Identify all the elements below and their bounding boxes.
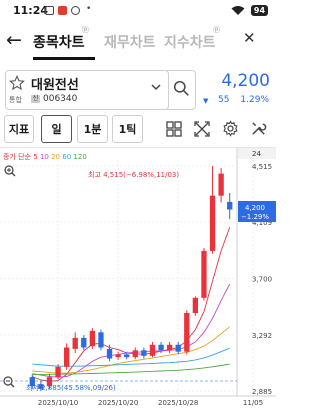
more-notifications-icon: •: [86, 4, 92, 14]
stock-selector[interactable]: [5, 70, 169, 110]
battery-icon: 94: [251, 5, 268, 16]
stock-code: 006340: [43, 94, 78, 104]
candle-body: [81, 337, 87, 348]
message-icon: [45, 6, 54, 15]
candle-body: [55, 366, 61, 378]
min-price-annotation: 최저 2,885(45.58%,09/26): [26, 383, 116, 392]
status-bar: 11:24 • 94: [0, 0, 276, 22]
stock-name: 대원전선: [31, 78, 79, 93]
ma5-line: [32, 227, 231, 382]
period-1min-button[interactable]: 1분: [77, 115, 108, 143]
candle-body: [89, 330, 96, 347]
candle-body: [175, 344, 181, 352]
x-tick-label: 2025/10/10: [38, 399, 78, 407]
chart-grid: [0, 148, 276, 397]
current-price: 4,200: [221, 71, 270, 91]
y-tick-label: 2,885: [252, 388, 272, 396]
star-icon[interactable]: [9, 75, 25, 91]
expand-icon[interactable]: [194, 121, 210, 137]
change-amount: 55: [218, 95, 230, 105]
x-tick-label: 2025/10/28: [158, 399, 198, 407]
candle-body: [106, 348, 113, 359]
date-axis: 2025/10/10 2025/10/20 2025/10/28 11/05: [38, 399, 263, 407]
moving-average-lines: [32, 227, 231, 382]
market-label: 통합: [9, 96, 22, 104]
indicator-button[interactable]: 지표: [4, 115, 34, 143]
candle-body: [132, 350, 138, 358]
period-count: 24: [252, 150, 261, 158]
candle-body: [141, 350, 147, 356]
stock-type-badge: 신: [31, 95, 40, 103]
candle-body: [201, 250, 207, 298]
back-button[interactable]: ←: [6, 29, 22, 51]
change-percent: 1.29%: [240, 95, 269, 105]
layout-grid-icon[interactable]: [166, 121, 182, 137]
candle-body: [158, 344, 164, 351]
candle-body: [115, 354, 121, 358]
tab-financial-chart[interactable]: 재무차트: [104, 32, 156, 52]
candle-body: [184, 313, 190, 352]
app-notification-icon: [58, 6, 67, 15]
y-tick-label: 3,292: [252, 332, 272, 340]
y-tick-label: 3,700: [252, 276, 272, 284]
current-price-tag-change: −1.29%: [241, 213, 269, 221]
period-day-button[interactable]: 일: [41, 115, 72, 143]
active-tab-indicator: [33, 57, 95, 60]
max-price-annotation: 최고 4,515(−6.98%,11/03): [88, 170, 179, 179]
candle-body: [227, 201, 233, 210]
price-axis: 4,5154,1093,7003,2922,88524: [238, 148, 276, 396]
tab-stock-chart[interactable]: 종목차트: [33, 32, 85, 52]
zoom-out-icon[interactable]: [3, 376, 15, 388]
wifi-icon: [231, 6, 245, 15]
candle-body: [63, 347, 70, 367]
gear-icon[interactable]: [222, 120, 239, 137]
change-down-icon: ▼: [203, 97, 209, 105]
candle-body: [124, 354, 130, 358]
tab-badge-icon: ⓟ: [82, 26, 89, 34]
alert-icon: [71, 6, 80, 15]
ma60-line: [32, 347, 230, 367]
current-price-tag-value: 4,200: [245, 204, 265, 212]
candle-body: [218, 173, 224, 196]
close-icon[interactable]: ✕: [243, 29, 256, 47]
x-tick-label: 11/05: [243, 399, 263, 407]
candle-body: [72, 337, 78, 349]
tab-badge-icon: ⓟ: [213, 26, 220, 34]
tools-icon[interactable]: [250, 120, 267, 137]
status-time: 11:24: [13, 4, 49, 17]
period-1tick-button[interactable]: 1틱: [112, 115, 143, 143]
y-tick-label: 4,515: [252, 163, 272, 171]
chevron-down-icon[interactable]: [151, 84, 161, 91]
candle-body: [149, 344, 156, 356]
ma10-line: [32, 283, 231, 378]
tab-index-chart[interactable]: 지수차트: [164, 32, 216, 52]
candle-body: [209, 195, 216, 251]
candle-body: [192, 297, 199, 314]
candle-body: [166, 344, 173, 351]
x-tick-label: 2025/10/20: [98, 399, 138, 407]
price-chart[interactable]: 4,5154,1093,7003,2922,88524 2025/10/10 20…: [0, 148, 276, 411]
zoom-in-icon[interactable]: [4, 165, 16, 177]
candle-body: [98, 332, 104, 348]
search-icon: [173, 80, 189, 96]
